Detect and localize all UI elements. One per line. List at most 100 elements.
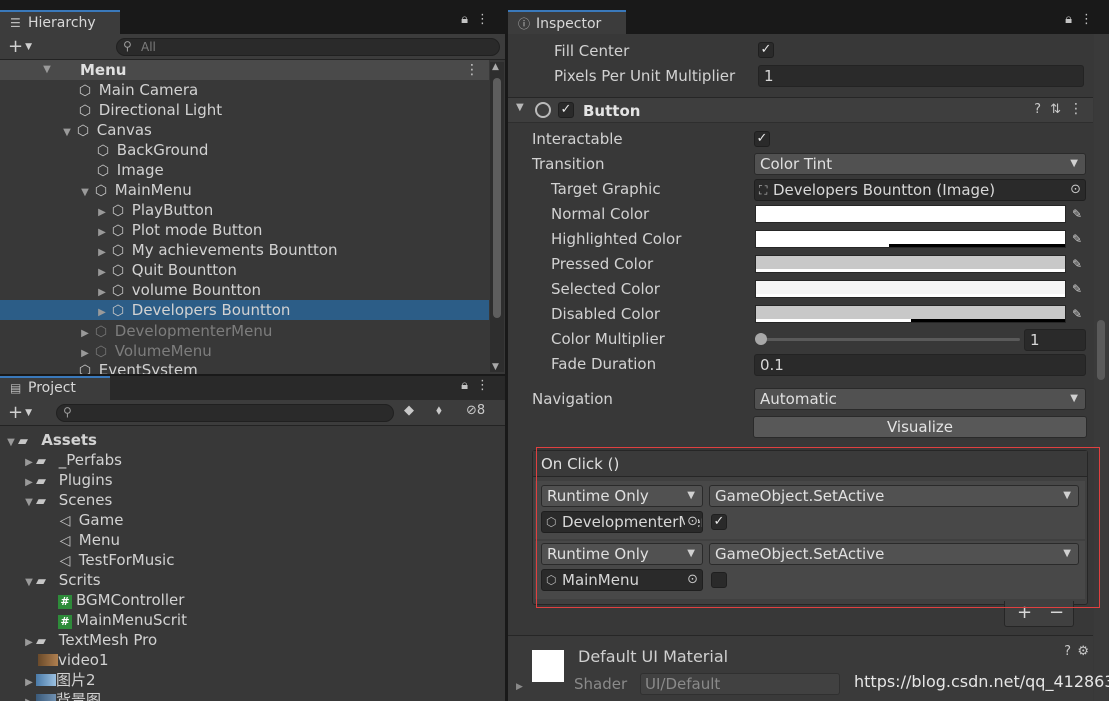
object-picker-icon[interactable]: ⊙ [685, 512, 698, 532]
tree-item-inactive[interactable]: ▶ ⬡ DevelopmenterMenu [78, 321, 272, 341]
component-enabled-checkbox[interactable]: ✓ [558, 102, 574, 118]
create-asset-button[interactable]: + ▼ [8, 402, 32, 423]
tree-item[interactable]: # MainMenuScrit [58, 610, 187, 630]
color-multiplier-slider[interactable] [755, 333, 1020, 345]
ppu-field[interactable]: 1 [758, 65, 1084, 87]
expand-arrow-icon[interactable]: ▼ [22, 573, 36, 593]
tree-item[interactable]: ◁ Menu [56, 530, 120, 550]
slider-thumb[interactable] [755, 333, 767, 345]
tree-item[interactable]: ▶背景图 [22, 690, 101, 701]
project-search-input[interactable]: ⚲ [56, 404, 394, 422]
target-object-field[interactable]: ⬡ MainMenu ⊙ [541, 569, 703, 591]
fill-center-checkbox[interactable]: ✓ [758, 42, 774, 58]
foldout-arrow-icon[interactable]: ▶ [516, 682, 523, 692]
target-object-field[interactable]: ⬡DevelopmenterMenu ⊙ [541, 511, 703, 533]
filter-by-label-icon[interactable]: ⬧ [436, 403, 442, 418]
hierarchy-search-input[interactable]: ⚲ All [116, 38, 500, 56]
visualize-button[interactable]: Visualize [753, 416, 1087, 438]
collapse-arrow-icon[interactable]: ▶ [22, 693, 36, 701]
tree-item[interactable]: ⬡ Image [94, 160, 164, 180]
pressed-color-swatch[interactable] [755, 255, 1066, 273]
object-picker-icon[interactable]: ⊙ [1068, 180, 1081, 200]
expand-arrow-icon[interactable]: ▼ [22, 493, 36, 513]
preset-icon[interactable]: ⇅ [1050, 102, 1061, 117]
tree-item[interactable]: ▼ ▰ Scrits [22, 570, 100, 593]
tree-item[interactable]: ◁ Game [56, 510, 124, 530]
eyedropper-icon[interactable]: ✎ [1068, 305, 1086, 323]
fade-duration-field[interactable]: 0.1 [754, 354, 1086, 376]
navigation-dropdown[interactable]: Automatic ▼ [754, 388, 1086, 410]
tree-item[interactable]: ▶ ⬡ Plot mode Button [95, 220, 262, 240]
tree-item[interactable]: # BGMController [58, 590, 184, 610]
scene-header[interactable]: ▼ Menu ⋮ [0, 60, 489, 80]
hidden-packages-toggle[interactable]: ⊘8 [466, 403, 485, 418]
tab-hierarchy[interactable]: ☰ Hierarchy [0, 10, 120, 34]
tree-item[interactable]: ▼ ⬡ Canvas [60, 120, 152, 140]
tree-item[interactable]: ▶ ▰ Plugins [22, 470, 112, 490]
help-icon[interactable]: ? [1034, 102, 1041, 117]
scroll-up-icon[interactable]: ▲ [492, 62, 499, 72]
disabled-color-swatch[interactable] [755, 305, 1066, 323]
interactable-checkbox[interactable]: ✓ [754, 131, 770, 147]
tree-item-assets[interactable]: ▼ ▰ Assets [4, 430, 97, 450]
event-listener-entry[interactable]: Runtime Only ▼ GameObject.SetActive ▼ ⬡ Mai… [535, 541, 1085, 599]
eyedropper-icon[interactable]: ✎ [1068, 255, 1086, 273]
eyedropper-icon[interactable]: ✎ [1068, 280, 1086, 298]
tree-item[interactable]: ▶ ⬡ volume Bountton [95, 280, 261, 300]
foldout-arrow-icon[interactable]: ▼ [516, 102, 524, 113]
create-button[interactable]: + ▼ [8, 36, 32, 57]
expand-arrow-icon[interactable]: ▼ [78, 183, 92, 203]
tree-item[interactable]: ⬡ Directional Light [76, 100, 222, 120]
scroll-thumb[interactable] [493, 78, 501, 318]
object-picker-icon[interactable]: ⊙ [685, 570, 698, 590]
button-component-header[interactable]: ▼ ✓ Button ? ⇅ ⋮ [508, 97, 1093, 123]
function-dropdown[interactable]: GameObject.SetActive ▼ [709, 543, 1079, 565]
setactive-arg-checkbox[interactable] [711, 572, 727, 588]
gear-icon[interactable]: ⚙ [1077, 644, 1089, 659]
scroll-thumb[interactable] [1097, 320, 1105, 380]
kebab-menu-icon[interactable]: ⋮ [476, 378, 497, 393]
runtime-mode-dropdown[interactable]: Runtime Only ▼ [541, 543, 703, 565]
tab-project[interactable]: ▤ Project [0, 376, 110, 400]
shader-dropdown[interactable]: UI/Default [640, 673, 840, 695]
lock-icon[interactable]: 🔒︎ [461, 378, 476, 393]
hierarchy-scrollbar[interactable]: ▲ ▼ [490, 62, 504, 372]
tree-item[interactable]: ▼ ▰ Scenes [22, 490, 112, 510]
target-graphic-field[interactable]: ⛶ Developers Bountton (Image) ⊙ [754, 179, 1086, 201]
expand-arrow-icon[interactable]: ▼ [40, 60, 54, 80]
tree-item[interactable]: ▶ ⬡ PlayButton [95, 200, 213, 220]
tree-item[interactable]: ⬡ Main Camera [76, 80, 198, 100]
kebab-menu-icon[interactable]: ⋮ [476, 12, 497, 27]
tree-item-selected[interactable]: ▶ ⬡ Developers Bountton [0, 300, 489, 320]
inspector-scrollbar[interactable] [1094, 34, 1108, 701]
tree-item[interactable]: ▶ ⬡ My achievements Bountton [95, 240, 337, 260]
runtime-mode-dropdown[interactable]: Runtime Only ▼ [541, 485, 703, 507]
expand-arrow-icon[interactable]: ▼ [4, 433, 18, 453]
tree-item[interactable]: ▶ ▰ TextMesh Pro [22, 630, 157, 650]
collapse-arrow-icon[interactable]: ▶ [95, 303, 109, 323]
kebab-menu-icon[interactable]: ⋮ [1080, 12, 1101, 27]
color-multiplier-field[interactable]: 1 [1024, 329, 1086, 351]
tab-inspector[interactable]: ⓘ Inspector [508, 10, 626, 34]
tree-item[interactable]: ◁ TestForMusic [56, 550, 175, 570]
component-menu-icon[interactable]: ⋮ [1069, 101, 1083, 117]
normal-color-swatch[interactable] [755, 205, 1066, 223]
tree-item[interactable]: ▶ ▰ _Perfabs [22, 450, 122, 470]
tree-item[interactable]: ▼ ⬡ MainMenu [78, 180, 192, 200]
remove-listener-button[interactable]: − [1049, 602, 1064, 623]
expand-arrow-icon[interactable]: ▼ [60, 123, 74, 143]
setactive-arg-checkbox[interactable]: ✓ [711, 514, 727, 530]
eyedropper-icon[interactable]: ✎ [1068, 205, 1086, 223]
tree-item[interactable]: ⬡ EventSystem [76, 360, 198, 374]
lock-icon[interactable]: 🔒︎ [461, 12, 476, 27]
tree-item[interactable]: ▶ 图片2 [22, 670, 95, 690]
transition-dropdown[interactable]: Color Tint ▼ [754, 153, 1086, 175]
tree-item[interactable]: video1 [38, 650, 109, 670]
scroll-down-icon[interactable]: ▼ [492, 362, 499, 372]
eyedropper-icon[interactable]: ✎ [1068, 230, 1086, 248]
collapse-arrow-icon[interactable]: ▶ [22, 633, 36, 653]
selected-color-swatch[interactable] [755, 280, 1066, 298]
highlighted-color-swatch[interactable] [755, 230, 1066, 248]
filter-by-type-icon[interactable]: ◆ [404, 403, 414, 418]
tree-item-inactive[interactable]: ▶ ⬡ VolumeMenu [78, 341, 212, 361]
